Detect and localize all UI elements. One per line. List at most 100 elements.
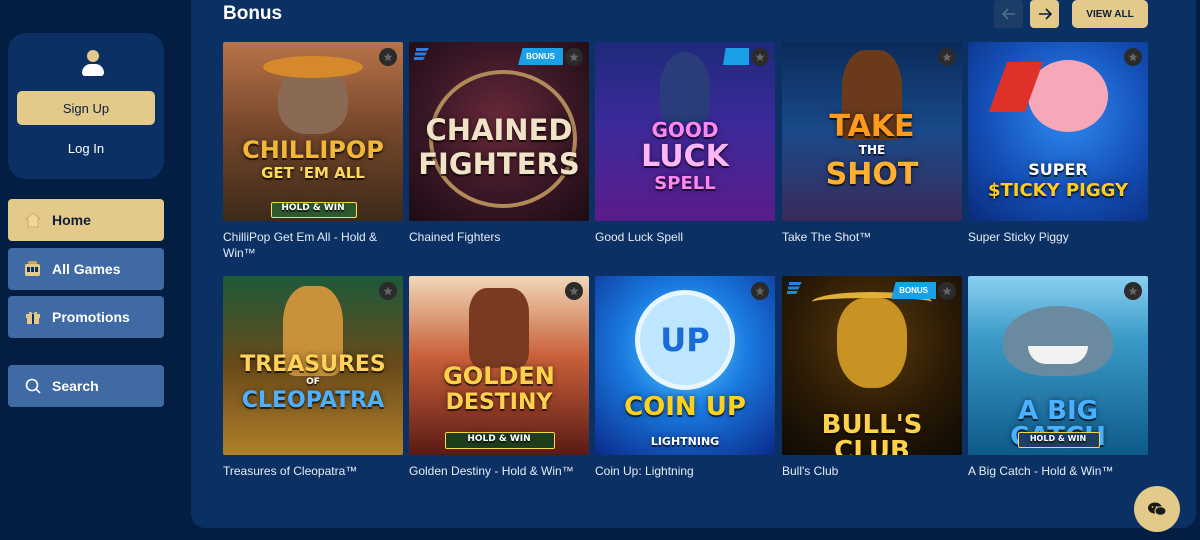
game-logo-text: UP [660,321,710,359]
favorite-star-button[interactable] [751,282,769,300]
provider-logo-icon [414,48,429,60]
home-icon [24,211,42,229]
game-card[interactable]: GOOD LUCK SPELL Good Luck Spell [595,42,775,245]
nav-item-label: Promotions [52,309,130,325]
provider-logo-icon [787,282,802,294]
game-card[interactable]: CHILLIPOP GET 'EM ALL HOLD & WIN ChilliP… [223,42,403,261]
game-logo-subtext: THE [858,143,886,157]
game-logo-subtext: LUCK [641,139,729,174]
nav-item-all-games[interactable]: All Games [8,248,164,290]
game-name[interactable]: Bull's Club [782,463,962,479]
favorite-star-button[interactable] [565,282,583,300]
game-logo-tag: HOLD & WIN [467,434,531,444]
game-logo-tag: LIGHTNING [650,435,720,448]
nav-item-label: Search [52,378,99,394]
favorite-star-button[interactable] [751,48,769,66]
view-all-button[interactable]: VIEW ALL [1072,0,1148,28]
game-thumbnail[interactable]: TREASURES OF CLEOPATRA [223,276,403,455]
game-thumbnail[interactable]: CHILLIPOP GET 'EM ALL HOLD & WIN [223,42,403,221]
game-name[interactable]: Good Luck Spell [595,229,775,245]
game-logo-tag: CLEOPATRA [241,388,385,413]
game-thumbnail[interactable]: GOOD LUCK SPELL [595,42,775,221]
game-logo-tag: HOLD & WIN [1029,434,1087,443]
game-name[interactable]: ChilliPop Get Em All - Hold & Win™ [223,229,403,261]
favorite-star-button[interactable] [379,282,397,300]
carousel-prev-button[interactable] [994,0,1023,28]
game-logo-text: BULL'S CLUB [821,410,923,455]
game-name[interactable]: Coin Up: Lightning [595,463,775,479]
star-icon [755,286,765,296]
favorite-star-button[interactable] [1124,48,1142,66]
game-thumbnail[interactable]: CHAINED FIGHTERS BONUS [409,42,589,221]
game-card[interactable]: GOLDEN DESTINY HOLD & WIN Golden Destiny… [409,276,589,479]
game-thumbnail[interactable]: SUPER $TICKY PIGGY [968,42,1148,221]
game-card[interactable]: SUPER $TICKY PIGGY Super Sticky Piggy [968,42,1148,245]
arrow-left-icon [1001,8,1015,20]
game-card[interactable]: A BIG CATCH HOLD & WIN A Big Catch - Hol… [968,276,1148,479]
bonus-badge-partial [723,48,749,65]
game-logo-text: TAKE [829,109,915,144]
game-name[interactable]: Chained Fighters [409,229,589,245]
nav-item-label: Home [52,212,91,228]
star-icon [1128,286,1138,296]
favorite-star-button[interactable] [938,48,956,66]
favorite-star-button[interactable] [1124,282,1142,300]
game-name[interactable]: A Big Catch - Hold & Win™ [968,463,1148,479]
section-title: Bonus [223,3,283,24]
star-icon [383,52,393,62]
chat-bubbles-icon [1148,502,1167,516]
favorite-star-button[interactable] [379,48,397,66]
game-thumbnail[interactable]: GOLDEN DESTINY HOLD & WIN [409,276,589,455]
game-logo-tag: SHOT [825,157,919,192]
game-name[interactable]: Golden Destiny - Hold & Win™ [409,463,589,479]
nav-item-home[interactable]: Home [8,199,164,241]
game-card[interactable]: BULL'S CLUB BONUS Bull's Club [782,276,962,479]
sign-up-button[interactable]: Sign Up [17,91,155,125]
star-icon [942,286,952,296]
game-card[interactable]: UP COIN UP LIGHTNING Coin Up: Lightning [595,276,775,479]
favorite-star-button[interactable] [938,282,956,300]
arrow-right-icon [1038,8,1052,20]
chat-button[interactable] [1134,486,1180,532]
star-icon [569,52,579,62]
log-in-link[interactable]: Log In [8,141,164,156]
game-name[interactable]: Take The Shot™ [782,229,962,245]
carousel-next-button[interactable] [1030,0,1059,28]
favorite-star-button[interactable] [565,48,583,66]
game-logo-subtext: OF [306,377,320,387]
game-logo-subtext: FIGHTERS [418,147,580,181]
game-logo-tag: SPELL [654,173,716,194]
game-logo-text: GOLDEN [443,362,555,390]
game-card[interactable]: CHAINED FIGHTERS BONUS Chained Fighters [409,42,589,245]
nav-item-search[interactable]: Search [8,365,164,407]
nav-item-label: All Games [52,261,121,277]
star-icon [569,286,579,296]
bonus-badge: BONUS [891,282,936,299]
game-logo-tag: HOLD & WIN [281,203,345,213]
game-logo-text: GOOD [651,118,719,142]
game-logo-subtext: COIN UP [624,392,746,422]
game-logo-text: CHILLIPOP [242,136,384,164]
nav-item-promotions[interactable]: Promotions [8,296,164,338]
star-icon [942,52,952,62]
game-thumbnail[interactable]: TAKE THE SHOT [782,42,962,221]
game-logo-subtext: DESTINY [445,390,553,415]
game-logo-subtext: GET 'EM ALL [261,164,365,182]
game-logo-text: TREASURES [240,352,386,377]
star-icon [755,52,765,62]
game-name[interactable]: Treasures of Cleopatra™ [223,463,403,479]
star-icon [383,286,393,296]
gift-icon [24,308,42,326]
game-name[interactable]: Super Sticky Piggy [968,229,1148,245]
game-logo-text: CHAINED [425,113,573,147]
game-card[interactable]: TAKE THE SHOT Take The Shot™ [782,42,962,245]
auth-card: Sign Up Log In [8,33,164,179]
search-icon [24,377,42,395]
game-card[interactable]: TREASURES OF CLEOPATRA Treasures of Cleo… [223,276,403,479]
game-thumbnail[interactable]: A BIG CATCH HOLD & WIN [968,276,1148,455]
slot-machine-icon [24,260,42,278]
game-logo-subtext: $TICKY PIGGY [987,180,1129,201]
game-thumbnail[interactable]: BULL'S CLUB BONUS [782,276,962,455]
star-icon [1128,52,1138,62]
game-thumbnail[interactable]: UP COIN UP LIGHTNING [595,276,775,455]
